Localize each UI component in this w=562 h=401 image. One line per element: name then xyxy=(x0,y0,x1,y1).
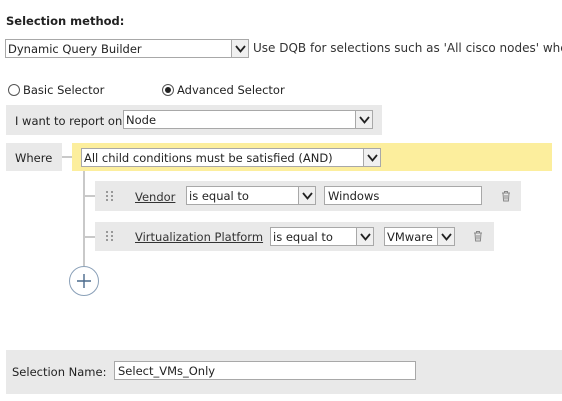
report-on-dropdown[interactable]: Node xyxy=(123,110,373,129)
chevron-down-icon[interactable] xyxy=(437,228,454,245)
radio-unchecked-icon[interactable] xyxy=(8,84,20,96)
trash-icon[interactable] xyxy=(500,190,512,205)
condition-operator-dropdown[interactable]: is equal to xyxy=(186,186,316,205)
chevron-down-icon[interactable] xyxy=(355,111,372,128)
condition-field-link[interactable]: Vendor xyxy=(135,190,175,204)
group-condition-value: All child conditions must be satisfied (… xyxy=(84,150,333,165)
advanced-selector-radio[interactable]: Advanced Selector xyxy=(162,83,285,97)
trash-icon[interactable] xyxy=(472,230,484,245)
selection-method-title: Selection method: xyxy=(6,14,125,28)
selection-name-label: Selection Name: xyxy=(12,365,107,379)
condition-operator-dropdown[interactable]: is equal to xyxy=(270,227,374,246)
condition-field-link[interactable]: Virtualization Platform xyxy=(135,230,263,244)
condition-branch-1 xyxy=(83,195,95,197)
group-condition-dropdown[interactable]: All child conditions must be satisfied (… xyxy=(81,148,381,167)
where-connector xyxy=(62,156,72,158)
condition-tree-line xyxy=(83,171,85,266)
condition-value-input[interactable]: Windows xyxy=(324,186,482,205)
advanced-selector-label: Advanced Selector xyxy=(177,83,285,97)
drag-handle-icon[interactable] xyxy=(106,231,114,241)
selection-name-input[interactable]: Select_VMs_Only xyxy=(114,361,416,380)
selection-method-dropdown[interactable]: Dynamic Query Builder xyxy=(5,39,249,58)
chevron-down-icon[interactable] xyxy=(363,149,380,166)
condition-value-dropdown[interactable]: VMware xyxy=(384,227,455,246)
chevron-down-icon[interactable] xyxy=(231,40,248,57)
drag-handle-icon[interactable] xyxy=(106,191,114,201)
basic-selector-label: Basic Selector xyxy=(23,83,105,97)
basic-selector-radio[interactable]: Basic Selector xyxy=(8,83,104,97)
report-on-label: I want to report on xyxy=(15,114,123,128)
selection-method-value: Dynamic Query Builder xyxy=(8,41,142,56)
chevron-down-icon[interactable] xyxy=(298,187,315,204)
radio-checked-icon[interactable] xyxy=(162,84,174,96)
add-condition-button[interactable] xyxy=(69,266,99,296)
report-on-value: Node xyxy=(126,112,157,127)
selection-method-hint: Use DQB for selections such as 'All cisc… xyxy=(253,41,562,55)
where-label: Where xyxy=(15,151,53,165)
plus-icon xyxy=(77,274,91,288)
condition-operator-value: is equal to xyxy=(189,188,249,203)
condition-branch-2 xyxy=(83,236,95,238)
chevron-down-icon[interactable] xyxy=(356,228,373,245)
